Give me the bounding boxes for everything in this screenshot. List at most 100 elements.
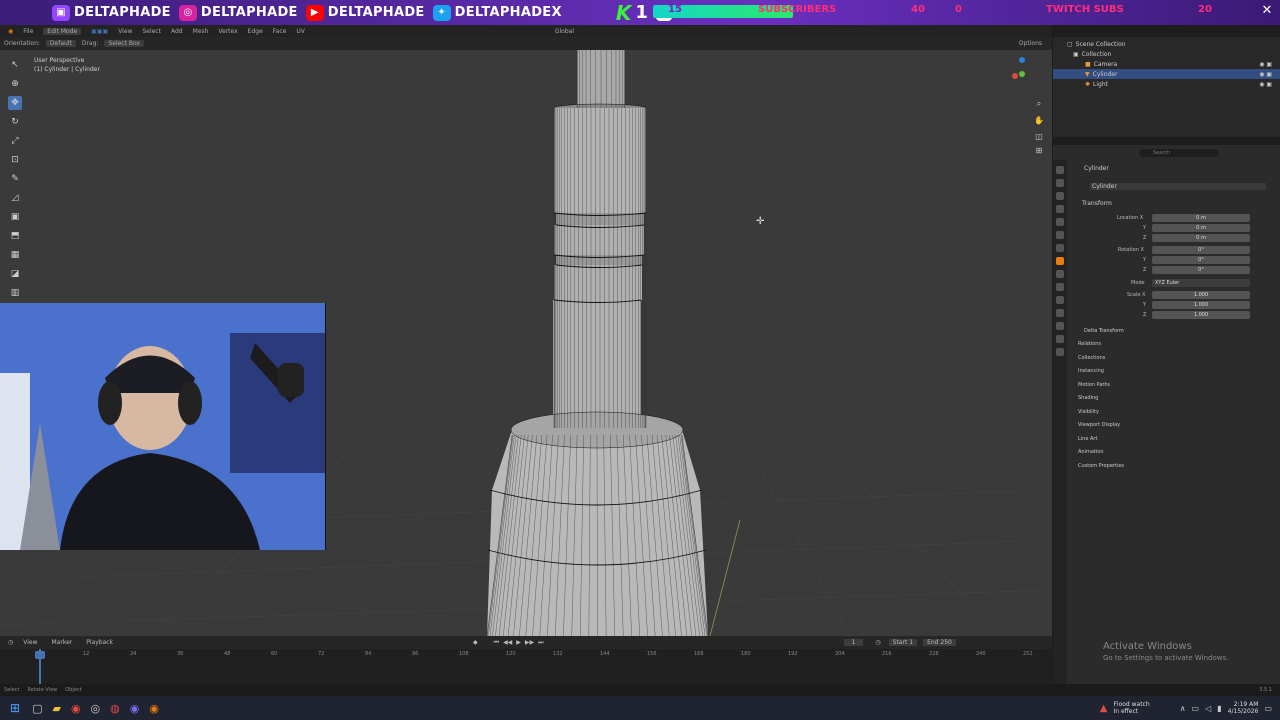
properties-tab-material-icon[interactable]: [1056, 335, 1064, 343]
properties-tab-render-icon[interactable]: [1056, 179, 1064, 187]
jump-start-icon[interactable]: ⏮: [494, 639, 499, 647]
select-tool-icon[interactable]: ↖: [8, 58, 22, 72]
menu-file[interactable]: File: [23, 28, 33, 35]
timeline-marker-menu[interactable]: Marker: [52, 639, 73, 646]
start-field[interactable]: 1: [909, 639, 913, 646]
location-x-field[interactable]: 0 m: [1152, 214, 1250, 222]
properties-tab-view-layer-icon[interactable]: [1056, 205, 1064, 213]
properties-tab-scene-icon[interactable]: [1056, 218, 1064, 226]
loop-cut-tool-icon[interactable]: ▥: [8, 286, 22, 300]
visibility-eye-icon[interactable]: ◉ ▣: [1259, 81, 1272, 88]
properties-tab-collection-icon[interactable]: [1056, 244, 1064, 252]
scene-collection-row[interactable]: ▢ Scene Collection: [1053, 39, 1280, 49]
windows-start-icon[interactable]: ⊞: [10, 701, 20, 715]
properties-section-relations[interactable]: Relations: [1078, 341, 1101, 347]
next-key-icon[interactable]: ▶▶: [525, 639, 534, 646]
mode-selector[interactable]: Edit Mode: [43, 27, 82, 35]
jump-end-icon[interactable]: ⏭: [538, 639, 543, 647]
visibility-eye-icon[interactable]: ◉ ▣: [1259, 61, 1272, 68]
inset-tool-icon[interactable]: ▦: [8, 248, 22, 262]
menu-mesh[interactable]: Mesh: [193, 28, 209, 35]
rotation-z-field[interactable]: 0°: [1152, 266, 1250, 274]
properties-tab-texture-icon[interactable]: [1056, 348, 1064, 356]
properties-tab-particles-icon[interactable]: [1056, 283, 1064, 291]
cylinder-mesh[interactable]: [486, 50, 709, 636]
properties-tab-data-icon[interactable]: [1056, 322, 1064, 330]
properties-section-animation[interactable]: Animation: [1078, 449, 1104, 455]
properties-section-line-art[interactable]: Line Art: [1078, 436, 1097, 442]
measure-tool-icon[interactable]: ◿: [8, 191, 22, 205]
playhead-handle[interactable]: [35, 651, 45, 659]
annotate-tool-icon[interactable]: ✎: [8, 172, 22, 186]
cursor-tool-icon[interactable]: ⊕: [8, 77, 22, 91]
properties-tab-world-icon[interactable]: [1056, 231, 1064, 239]
network-icon[interactable]: ▭: [1192, 704, 1200, 713]
properties-tab-modifier-icon[interactable]: [1056, 270, 1064, 278]
visibility-eye-icon[interactable]: ◉ ▣: [1259, 71, 1272, 78]
keyframe-icon[interactable]: ◆: [473, 639, 478, 646]
properties-section-collections[interactable]: Collections: [1078, 355, 1105, 361]
timeline-view-menu[interactable]: View: [23, 639, 37, 646]
rotate-tool-icon[interactable]: ↻: [8, 115, 22, 129]
task-view-icon[interactable]: ▢: [32, 702, 42, 715]
properties-tab-constraints-icon[interactable]: [1056, 309, 1064, 317]
outliner-item-light[interactable]: ✺ Light ◉ ▣: [1053, 79, 1280, 89]
discord-icon[interactable]: ◉: [130, 702, 140, 715]
blender-taskbar-icon[interactable]: ◉: [149, 702, 159, 715]
properties-tab-output-icon[interactable]: [1056, 192, 1064, 200]
weather-notification[interactable]: Flood watch In effect: [1113, 701, 1149, 715]
menu-uv[interactable]: UV: [296, 28, 305, 35]
scale-y-field[interactable]: 1.000: [1152, 301, 1250, 309]
location-y-field[interactable]: 0 m: [1152, 224, 1250, 232]
file-explorer-icon[interactable]: ▰: [52, 702, 60, 715]
editor-type-icon[interactable]: ◷: [8, 639, 13, 646]
drag-dropdown[interactable]: Select Box: [104, 40, 145, 47]
steam-icon[interactable]: ◎: [91, 702, 101, 715]
timeline-playback-menu[interactable]: Playback: [86, 639, 113, 646]
outliner-item-cylinder[interactable]: ▼ Cylinder ◉ ▣: [1053, 69, 1280, 79]
current-frame-field[interactable]: 1: [843, 639, 864, 646]
properties-section-motion-paths[interactable]: Motion Paths: [1078, 382, 1110, 388]
properties-section-viewport-display[interactable]: Viewport Display: [1078, 422, 1120, 428]
camera-view-icon[interactable]: ◫: [1033, 130, 1045, 142]
object-name-field[interactable]: Cylinder: [1090, 183, 1266, 190]
navigation-gizmo[interactable]: [1005, 55, 1045, 95]
menu-view[interactable]: View: [118, 28, 132, 35]
extrude-tool-icon[interactable]: ⬒: [8, 229, 22, 243]
properties-tab-object-icon[interactable]: [1056, 257, 1064, 265]
orientation-dropdown[interactable]: Default: [45, 40, 76, 47]
menu-face[interactable]: Face: [273, 28, 287, 35]
close-icon[interactable]: ✕: [1258, 3, 1276, 21]
menu-add[interactable]: Add: [171, 28, 183, 35]
transform-orientation[interactable]: Global: [555, 28, 574, 35]
end-field[interactable]: 250: [940, 639, 951, 646]
weather-alert-icon[interactable]: ▲: [1100, 703, 1108, 714]
move-tool-icon[interactable]: ✥: [8, 96, 22, 110]
gizmo-x-icon[interactable]: [1012, 73, 1018, 79]
gizmo-y-icon[interactable]: [1019, 71, 1025, 77]
rotation-x-field[interactable]: 0°: [1152, 246, 1250, 254]
collection-row[interactable]: ▣ Collection: [1053, 49, 1280, 59]
battery-icon[interactable]: ▮: [1217, 704, 1221, 713]
transform-tool-icon[interactable]: ⊡: [8, 153, 22, 167]
scale-z-field[interactable]: 1.000: [1152, 311, 1250, 319]
obs-icon[interactable]: ◍: [110, 702, 120, 715]
select-mode-icons[interactable]: ▣▣▣: [91, 28, 108, 35]
rotation-y-field[interactable]: 0°: [1152, 256, 1250, 264]
delta-transform-section[interactable]: Delta Transform: [1084, 328, 1124, 334]
properties-tab-physics-icon[interactable]: [1056, 296, 1064, 304]
grid-view-icon[interactable]: ⊞: [1033, 144, 1045, 156]
scale-x-field[interactable]: 1.000: [1152, 291, 1250, 299]
menu-vertex[interactable]: Vertex: [218, 28, 237, 35]
volume-icon[interactable]: ◁: [1205, 704, 1211, 713]
properties-section-instancing[interactable]: Instancing: [1078, 368, 1104, 374]
prev-key-icon[interactable]: ◀◀: [503, 639, 512, 646]
properties-section-custom-properties[interactable]: Custom Properties: [1078, 463, 1124, 469]
preview-range-icon[interactable]: ◷: [875, 639, 880, 646]
play-icon[interactable]: ▶: [516, 639, 521, 646]
options-dropdown[interactable]: Options: [1019, 40, 1042, 47]
rotation-mode-dropdown[interactable]: XYZ Euler: [1152, 279, 1250, 287]
properties-section-shading[interactable]: Shading: [1078, 395, 1098, 401]
transform-section-header[interactable]: Transform: [1082, 200, 1112, 207]
scale-tool-icon[interactable]: ⤢: [8, 134, 22, 148]
